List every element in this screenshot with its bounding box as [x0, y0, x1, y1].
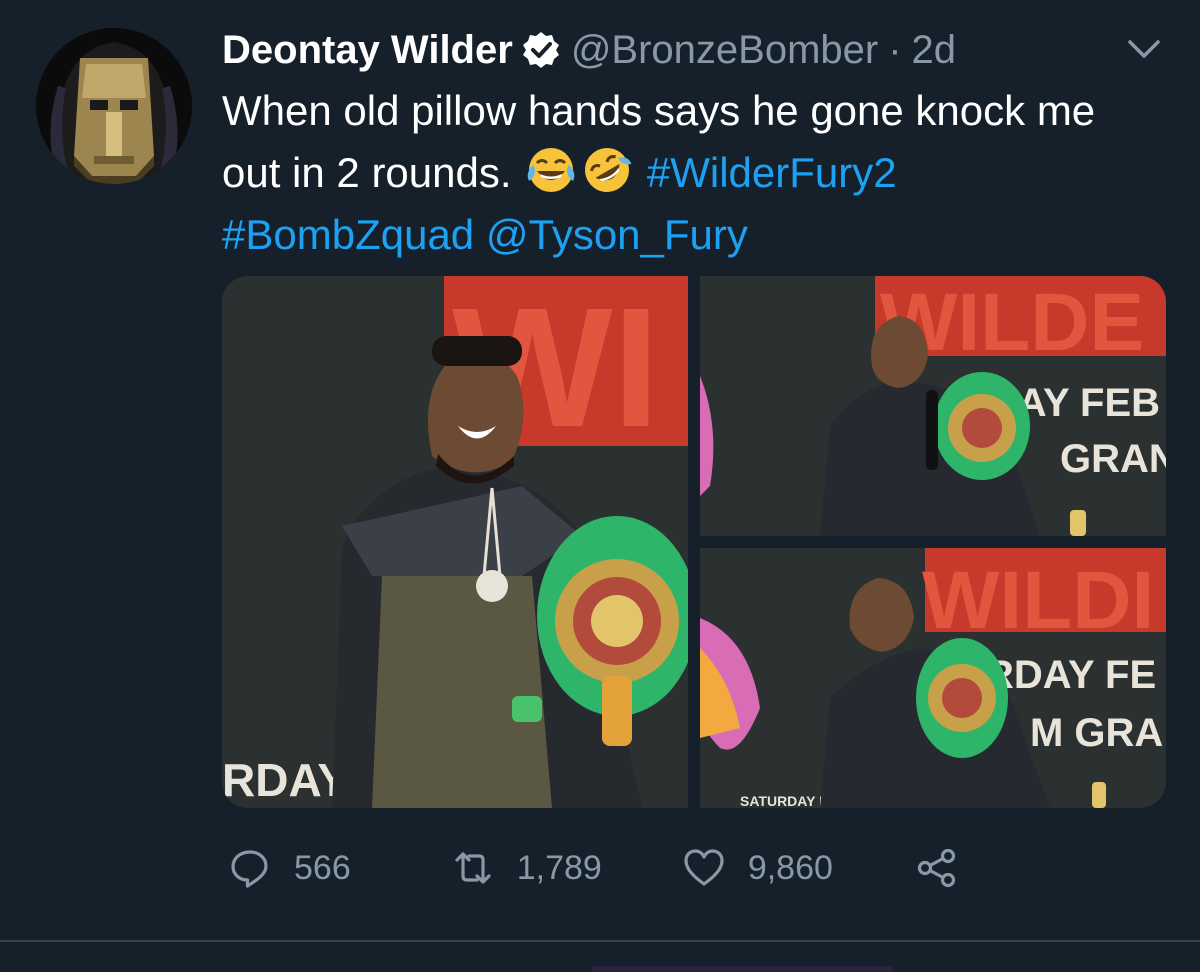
rolling-on-the-floor-laughing-icon	[579, 143, 635, 197]
verified-badge-icon	[521, 30, 561, 70]
share-icon	[917, 848, 956, 888]
tweet-media-grid: WI RDAY F WILDE RDAY FEB GRAN WILDI RDAY…	[222, 276, 1166, 808]
author-handle[interactable]: @BronzeBomber	[571, 28, 878, 73]
tweet-photo-2[interactable]: WILDE RDAY FEB GRAN	[700, 276, 1166, 536]
photo-2-sub-text-2: GRAN	[1060, 437, 1166, 481]
retweet-icon	[455, 852, 491, 884]
author-name[interactable]: Deontay Wilder	[222, 28, 513, 73]
photo-3-sub-text-2: M GRA	[1030, 711, 1163, 755]
share-button[interactable]	[915, 846, 959, 890]
tweet-photo-3[interactable]: WILDI RDAY FE M GRA SATURDAY F	[700, 548, 1166, 808]
author-avatar[interactable]	[36, 28, 192, 184]
avatar-mask-image	[36, 28, 192, 184]
photo-3-sub-text-1: RDAY FE	[985, 653, 1156, 697]
photo-3-banner-text: WILDI	[922, 555, 1154, 646]
hashtag-wilderfury2[interactable]: #WilderFury2	[647, 149, 897, 196]
tweet-photo-1[interactable]: WI RDAY F	[222, 276, 688, 808]
reply-count: 566	[294, 848, 351, 887]
tweet-header: Deontay Wilder @BronzeBomber · 2d	[222, 22, 956, 78]
hashtag-bombzquad[interactable]: #BombZquad	[222, 211, 474, 258]
like-button[interactable]: 9,860	[682, 846, 833, 890]
retweet-button[interactable]: 1,789	[451, 846, 602, 890]
next-tweet-media-edge	[592, 966, 892, 972]
tweet[interactable]: Deontay Wilder @BronzeBomber · 2d When o…	[0, 0, 1200, 940]
chevron-down-icon[interactable]	[1126, 34, 1162, 64]
face-with-tears-of-joy-icon	[523, 143, 579, 197]
reply-button[interactable]: 566	[228, 846, 351, 890]
like-icon	[684, 849, 724, 886]
timeline-divider	[0, 940, 1200, 942]
header-separator: ·	[888, 27, 902, 72]
tweet-actions: 566 1,789 9,860	[228, 840, 959, 896]
retweet-count: 1,789	[516, 848, 602, 887]
photo-3-bottom-text: SATURDAY F	[740, 793, 828, 808]
tweet-timestamp[interactable]: 2d	[912, 28, 957, 73]
reply-icon	[231, 850, 268, 888]
like-count: 9,860	[747, 848, 833, 887]
mention-tyson-fury[interactable]: @Tyson_Fury	[486, 211, 748, 258]
tweet-text: When old pillow hands says he gone knock…	[222, 80, 1162, 266]
